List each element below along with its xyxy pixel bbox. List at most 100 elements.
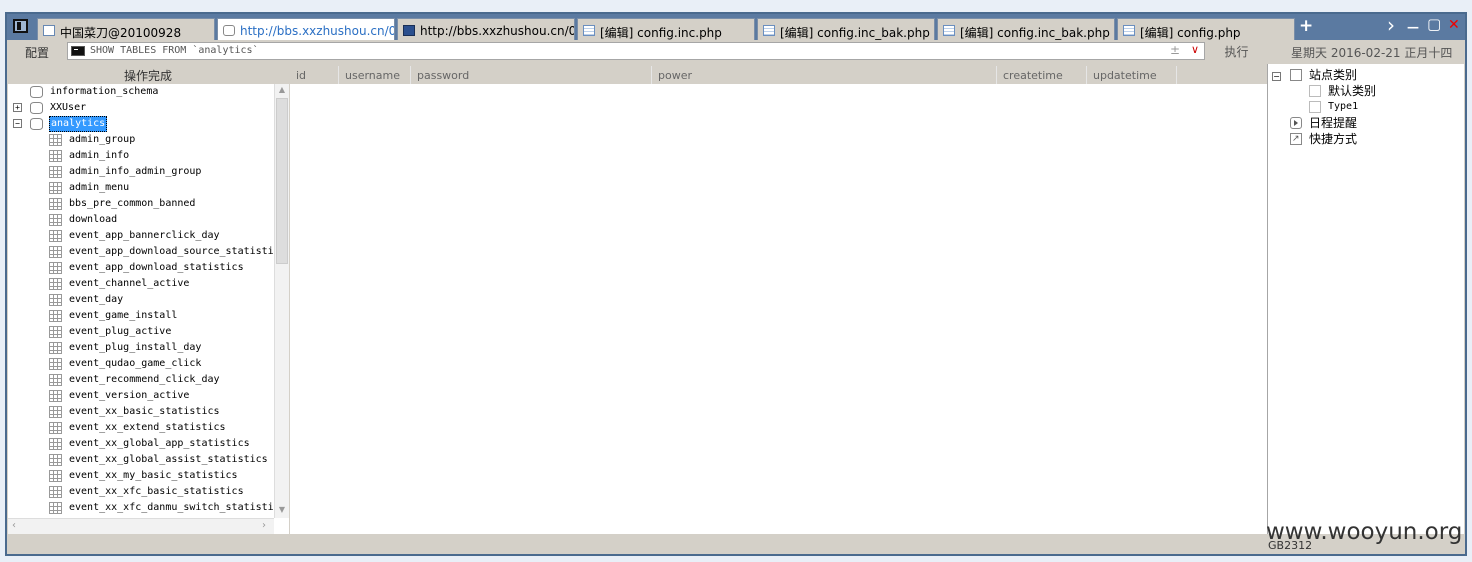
table-icon xyxy=(49,326,62,338)
tree-db-information-schema[interactable]: information_schema xyxy=(8,84,289,100)
column-header-power[interactable]: power xyxy=(652,66,997,84)
tree-db-analytics[interactable]: − analytics xyxy=(8,116,289,132)
tree-table-item[interactable]: event_app_download_statistics xyxy=(8,260,289,276)
config-button[interactable]: 配置 xyxy=(25,44,49,61)
chevron-down-icon[interactable]: ∨ xyxy=(1191,43,1199,56)
tree-db-xxuser[interactable]: + XXUser xyxy=(8,100,289,116)
minimize-button[interactable]: — xyxy=(1407,20,1419,34)
db-label: analytics xyxy=(49,116,108,132)
column-header-createtime[interactable]: createtime xyxy=(997,66,1087,84)
tree-table-item[interactable]: event_version_active xyxy=(8,388,289,404)
tab-shell[interactable]: http://bbs.xxzhushou.cn/0.php xyxy=(397,18,575,40)
folder-icon xyxy=(1309,85,1321,97)
database-icon xyxy=(223,25,235,36)
table-label: admin_menu xyxy=(69,182,130,193)
tree-table-item[interactable]: event_xx_global_app_statistics xyxy=(8,436,289,452)
execute-button[interactable]: 执行 xyxy=(1209,43,1264,60)
query-toolbar: 配置 SHOW TABLES FROM `analytics` ± ∨ 执行 星… xyxy=(7,40,1465,62)
vertical-scrollbar[interactable]: ▲ ▼ xyxy=(274,84,289,518)
tree-table-item[interactable]: admin_menu xyxy=(8,180,289,196)
tree-table-item[interactable]: event_xx_xfc_basic_statistics xyxy=(8,484,289,500)
sql-input[interactable]: SHOW TABLES FROM `analytics` ± ∨ xyxy=(67,42,1205,60)
table-icon xyxy=(49,310,62,322)
tree-site-category[interactable]: − 站点类别 xyxy=(1268,67,1458,83)
close-button[interactable]: ✕ xyxy=(1448,17,1460,33)
tab-edit-config-inc[interactable]: [编辑] config.inc.php xyxy=(577,18,755,40)
tree-type1[interactable]: Type1 xyxy=(1268,99,1458,115)
table-icon xyxy=(49,294,62,306)
tree-table-item[interactable]: bbs_pre_common_banned xyxy=(8,196,289,212)
expand-icon[interactable]: + xyxy=(13,103,22,112)
tab-database[interactable]: http://bbs.xxzhushou.cn/0.php xyxy=(217,18,395,40)
tree-table-item[interactable]: event_xx_basic_statistics xyxy=(8,404,289,420)
sql-query-text: SHOW TABLES FROM `analytics` xyxy=(90,45,259,56)
tree-shortcuts[interactable]: 快捷方式 xyxy=(1268,131,1458,147)
horizontal-scrollbar[interactable]: ‹ › xyxy=(8,518,274,534)
table-icon xyxy=(49,470,62,482)
scroll-thumb[interactable] xyxy=(276,98,288,264)
tree-table-item[interactable]: event_xx_extend_statistics xyxy=(8,420,289,436)
next-tab-button[interactable]: › xyxy=(1387,13,1395,37)
tab-label: [编辑] config.inc_bak.php xyxy=(960,26,1110,40)
folder-icon xyxy=(1309,101,1321,113)
tab-edit-config-inc-bak[interactable]: [编辑] config.inc_bak.php xyxy=(757,18,935,40)
table-icon xyxy=(49,182,62,194)
expand-icon[interactable]: ± xyxy=(1170,43,1180,57)
tree-table-item[interactable]: event_xx_my_basic_statistics xyxy=(8,468,289,484)
tree-table-item[interactable]: event_plug_install_day xyxy=(8,340,289,356)
column-header-password[interactable]: password xyxy=(411,66,652,84)
new-tab-button[interactable]: + xyxy=(1299,16,1313,36)
tree-default-category[interactable]: 默认类别 xyxy=(1268,83,1458,99)
table-label: event_xx_global_app_statistics xyxy=(69,438,250,449)
table-label: event_game_install xyxy=(69,310,178,321)
site-category-panel: − 站点类别 默认类别 Type1 日程提醒 快捷方式 xyxy=(1267,64,1464,534)
column-header-id[interactable]: id xyxy=(290,66,339,84)
table-icon xyxy=(49,246,62,258)
table-label: event_xx_basic_statistics xyxy=(69,406,220,417)
tab-edit-config-inc-bak-2[interactable]: [编辑] config.inc_bak.php xyxy=(937,18,1115,40)
tree-schedule-reminder[interactable]: 日程提醒 xyxy=(1268,115,1458,131)
tree-table-item[interactable]: event_xx_xfc_danmu_switch_statistics xyxy=(8,500,289,516)
table-label: admin_info xyxy=(69,150,130,161)
collapse-icon[interactable]: − xyxy=(13,119,22,128)
tree-table-item[interactable]: event_app_download_source_statistics xyxy=(8,244,289,260)
column-header-username[interactable]: username xyxy=(339,66,411,84)
column-header-updatetime[interactable]: updatetime xyxy=(1087,66,1177,84)
terminal-icon xyxy=(71,46,85,56)
tree-table-item[interactable]: download xyxy=(8,212,289,228)
tree-table-item[interactable]: admin_info xyxy=(8,148,289,164)
table-label: event_app_download_statistics xyxy=(69,262,244,273)
maximize-button[interactable]: ▢ xyxy=(1427,15,1441,33)
tree-table-item[interactable]: event_plug_active xyxy=(8,324,289,340)
tree-table-item[interactable]: event_qudao_game_click xyxy=(8,356,289,372)
tab-label: 中国菜刀@20100928 xyxy=(60,26,182,40)
scroll-left-icon[interactable]: ‹ xyxy=(12,520,16,531)
tree-table-item[interactable]: admin_group xyxy=(8,132,289,148)
tree-table-item[interactable]: admin_info_admin_group xyxy=(8,164,289,180)
database-icon xyxy=(30,102,43,114)
scroll-down-icon[interactable]: ▼ xyxy=(275,505,289,517)
db-label: XXUser xyxy=(50,102,87,113)
sidebar-toggle-icon[interactable] xyxy=(13,19,28,33)
tree-table-item[interactable]: event_day xyxy=(8,292,289,308)
collapse-icon[interactable]: − xyxy=(1272,72,1281,81)
tab-home[interactable]: 中国菜刀@20100928 xyxy=(37,18,215,40)
shell-icon xyxy=(403,25,415,36)
table-icon xyxy=(49,438,62,450)
tree-table-item[interactable]: event_channel_active xyxy=(8,276,289,292)
tab-edit-config[interactable]: [编辑] config.php xyxy=(1117,18,1295,40)
table-icon xyxy=(49,390,62,402)
table-label: event_xx_global_assist_statistics xyxy=(69,454,268,465)
database-icon xyxy=(30,86,43,98)
scroll-right-icon[interactable]: › xyxy=(262,520,266,531)
status-text: 操作完成 xyxy=(124,69,173,83)
tree-table-item[interactable]: event_xx_global_assist_statistics xyxy=(8,452,289,468)
table-icon xyxy=(49,502,62,514)
table-label: event_recommend_click_day xyxy=(69,374,220,385)
scroll-up-icon[interactable]: ▲ xyxy=(275,85,289,97)
tree-table-item[interactable]: event_app_bannerclick_day xyxy=(8,228,289,244)
table-label: admin_info_admin_group xyxy=(69,166,202,177)
table-label: bbs_pre_common_banned xyxy=(69,198,196,209)
tree-table-item[interactable]: event_recommend_click_day xyxy=(8,372,289,388)
tree-table-item[interactable]: event_game_install xyxy=(8,308,289,324)
